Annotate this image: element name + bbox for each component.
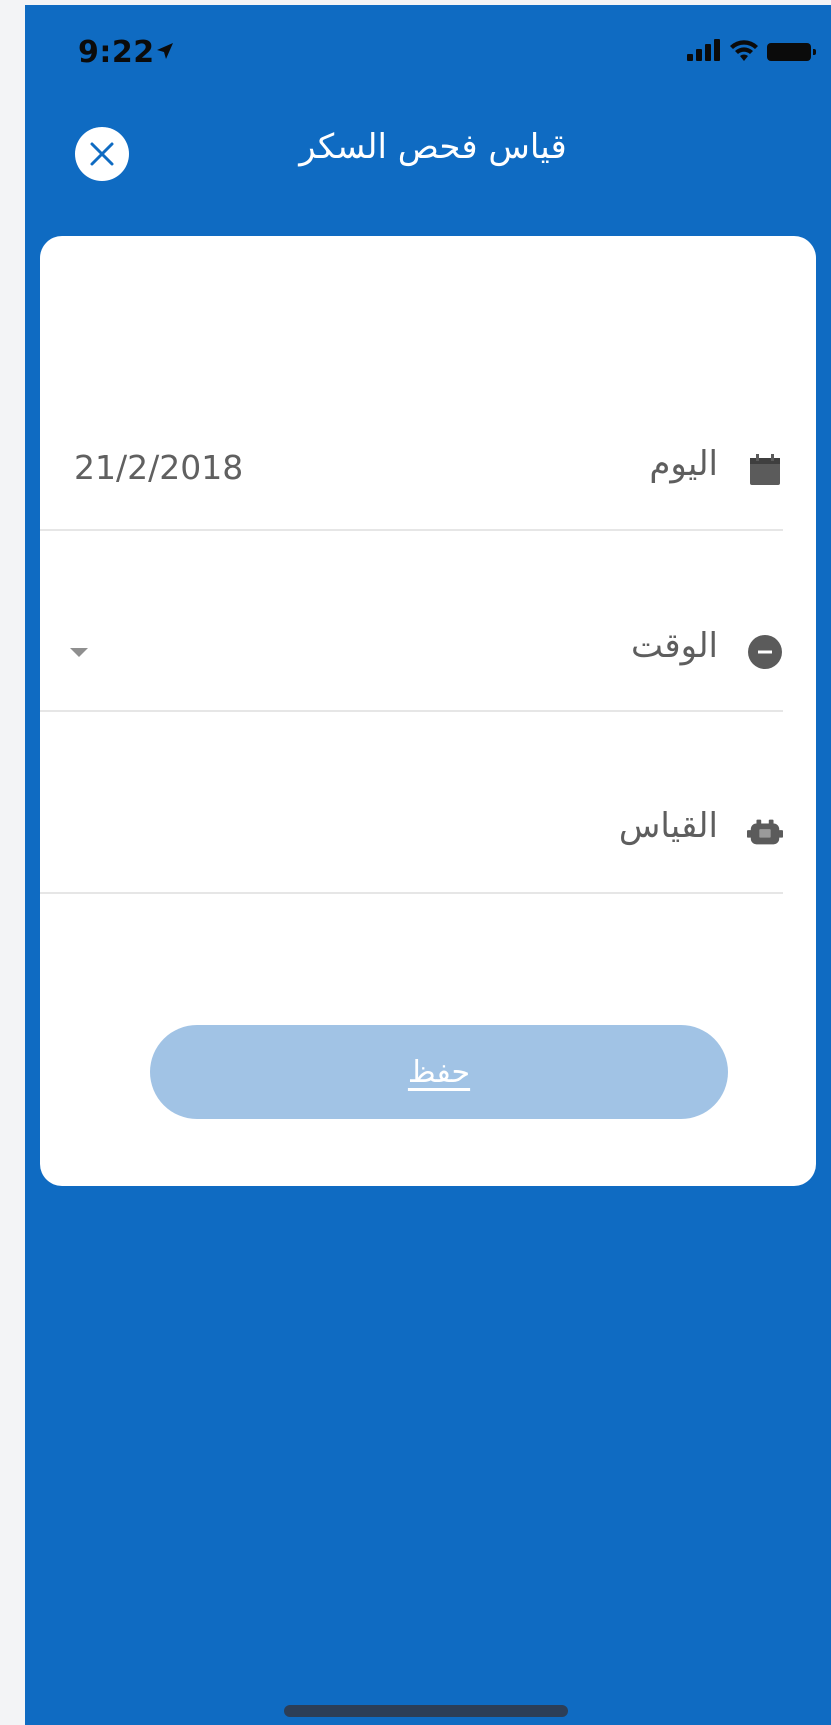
page-title: قياس فحص السكر xyxy=(299,127,567,167)
divider xyxy=(40,529,783,531)
measurement-field[interactable]: القياس xyxy=(40,802,783,862)
day-label: اليوم xyxy=(649,444,718,484)
glucose-meter-icon xyxy=(747,814,783,850)
divider xyxy=(40,892,783,894)
status-icons xyxy=(687,39,816,65)
wifi-icon xyxy=(729,39,759,65)
chevron-down-icon[interactable] xyxy=(70,648,88,657)
save-button[interactable]: حفظ xyxy=(150,1025,728,1119)
day-value: 21/2/2018 xyxy=(74,448,244,487)
time-label: الوقت xyxy=(630,626,718,666)
home-indicator xyxy=(284,1705,568,1717)
location-arrow-icon xyxy=(155,41,175,65)
divider xyxy=(40,710,783,712)
app-screen: 9:22 قياس فحص السكر اليوم 21/2/2018 الوق… xyxy=(25,5,831,1725)
day-field[interactable]: اليوم 21/2/2018 xyxy=(40,440,783,500)
measurement-label: القياس xyxy=(618,806,718,846)
time-field[interactable]: الوقت xyxy=(40,622,783,682)
battery-icon xyxy=(767,43,816,61)
cellular-signal-icon xyxy=(687,39,721,65)
calendar-icon xyxy=(747,452,783,488)
clock-icon xyxy=(747,634,783,670)
form-card: اليوم 21/2/2018 الوقت القياس حفظ xyxy=(40,236,816,1186)
status-bar: 9:22 xyxy=(25,5,831,105)
status-time: 9:22 xyxy=(78,35,155,70)
